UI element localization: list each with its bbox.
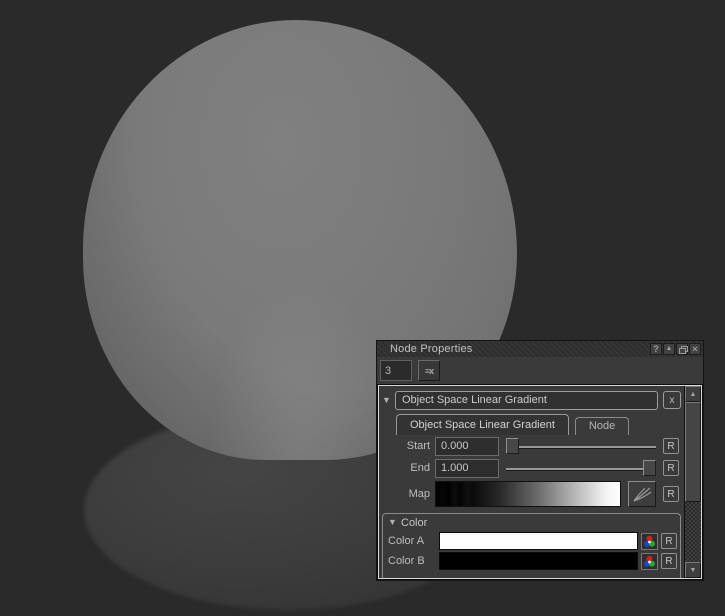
color-b-reset-button[interactable]: R: [661, 553, 677, 569]
end-label: End: [379, 462, 435, 474]
window-title: Node Properties: [390, 342, 649, 357]
param-row-map: Map R: [379, 479, 684, 509]
color-section: ▼ Color Color A: [382, 513, 681, 578]
color-row-b: Color B R: [383, 551, 680, 571]
start-label: Start: [379, 440, 435, 452]
tab-object-space-linear-gradient[interactable]: Object Space Linear Gradient: [396, 414, 569, 435]
color-a-swatch[interactable]: [439, 532, 638, 550]
shade-button[interactable]: ▲: [663, 343, 675, 355]
help-button[interactable]: ?: [650, 343, 662, 355]
color-b-label: Color B: [384, 555, 439, 567]
start-reset-button[interactable]: R: [663, 438, 679, 454]
end-reset-button[interactable]: R: [663, 460, 679, 476]
color-b-picker-button[interactable]: [641, 553, 658, 570]
start-slider[interactable]: [506, 438, 656, 455]
delete-node-button[interactable]: ≡x: [418, 360, 440, 381]
end-slider-track[interactable]: [506, 468, 656, 470]
color-b-swatch[interactable]: [439, 552, 638, 570]
collapse-node-icon[interactable]: ▼: [382, 396, 395, 405]
help-icon: ?: [653, 344, 659, 354]
start-slider-handle[interactable]: [506, 438, 519, 454]
node-count-input[interactable]: [380, 360, 412, 381]
tab-node[interactable]: Node: [575, 417, 629, 435]
remove-node-button[interactable]: x: [663, 391, 681, 409]
node-header: ▼ Object Space Linear Gradient x: [382, 390, 681, 410]
color-a-reset-button[interactable]: R: [661, 533, 677, 549]
param-row-start: Start R: [379, 435, 684, 457]
scrollbar-track[interactable]: [685, 502, 701, 562]
color-a-picker-button[interactable]: [641, 533, 658, 550]
scroll-down-button[interactable]: ▼: [685, 562, 701, 578]
restore-button[interactable]: [676, 343, 688, 355]
start-slider-track[interactable]: [506, 446, 656, 448]
node-main-column: ▼ Object Space Linear Gradient x Object …: [379, 386, 684, 578]
node-toolbar: ≡x: [377, 357, 703, 384]
end-slider[interactable]: [506, 460, 656, 477]
gradient-edit-button[interactable]: [628, 481, 656, 507]
node-title[interactable]: Object Space Linear Gradient: [395, 391, 658, 410]
scroll-up-button[interactable]: ▲: [685, 386, 701, 402]
node-tabs: Object Space Linear Gradient Node: [396, 414, 684, 435]
window-titlebar[interactable]: Node Properties ? ▲ ×: [377, 341, 703, 357]
delete-node-icon: ≡x: [425, 366, 433, 376]
scrollbar: ▲ ▼: [684, 386, 701, 578]
scroll-down-icon: ▼: [690, 567, 697, 574]
map-reset-button[interactable]: R: [663, 486, 679, 502]
color-section-header[interactable]: ▼ Color: [383, 514, 680, 531]
feather-icon: [632, 486, 652, 502]
restore-icon: [679, 346, 686, 352]
color-a-label: Color A: [384, 535, 439, 547]
end-slider-handle[interactable]: [643, 460, 656, 476]
gradient-map-preview[interactable]: [435, 481, 621, 507]
viewport[interactable]: Node Properties ? ▲ × ≡x ▼: [0, 0, 725, 616]
scrollbar-thumb[interactable]: [685, 402, 701, 502]
node-content-frame: ▼ Object Space Linear Gradient x Object …: [378, 385, 702, 579]
scroll-up-icon: ▲: [690, 391, 697, 398]
collapse-color-icon[interactable]: ▼: [388, 518, 401, 527]
start-value-input[interactable]: [435, 437, 499, 456]
param-row-end: End R: [379, 457, 684, 479]
end-value-input[interactable]: [435, 459, 499, 478]
map-label: Map: [379, 488, 435, 500]
close-button[interactable]: ×: [689, 343, 701, 355]
rgb-picker-icon: [643, 555, 656, 568]
node-properties-window: Node Properties ? ▲ × ≡x ▼: [376, 340, 704, 581]
color-section-title: Color: [401, 517, 427, 529]
close-icon: ×: [692, 344, 697, 354]
rgb-picker-icon: [643, 535, 656, 548]
shade-icon: ▲: [666, 344, 673, 354]
color-row-a: Color A R: [383, 531, 680, 551]
